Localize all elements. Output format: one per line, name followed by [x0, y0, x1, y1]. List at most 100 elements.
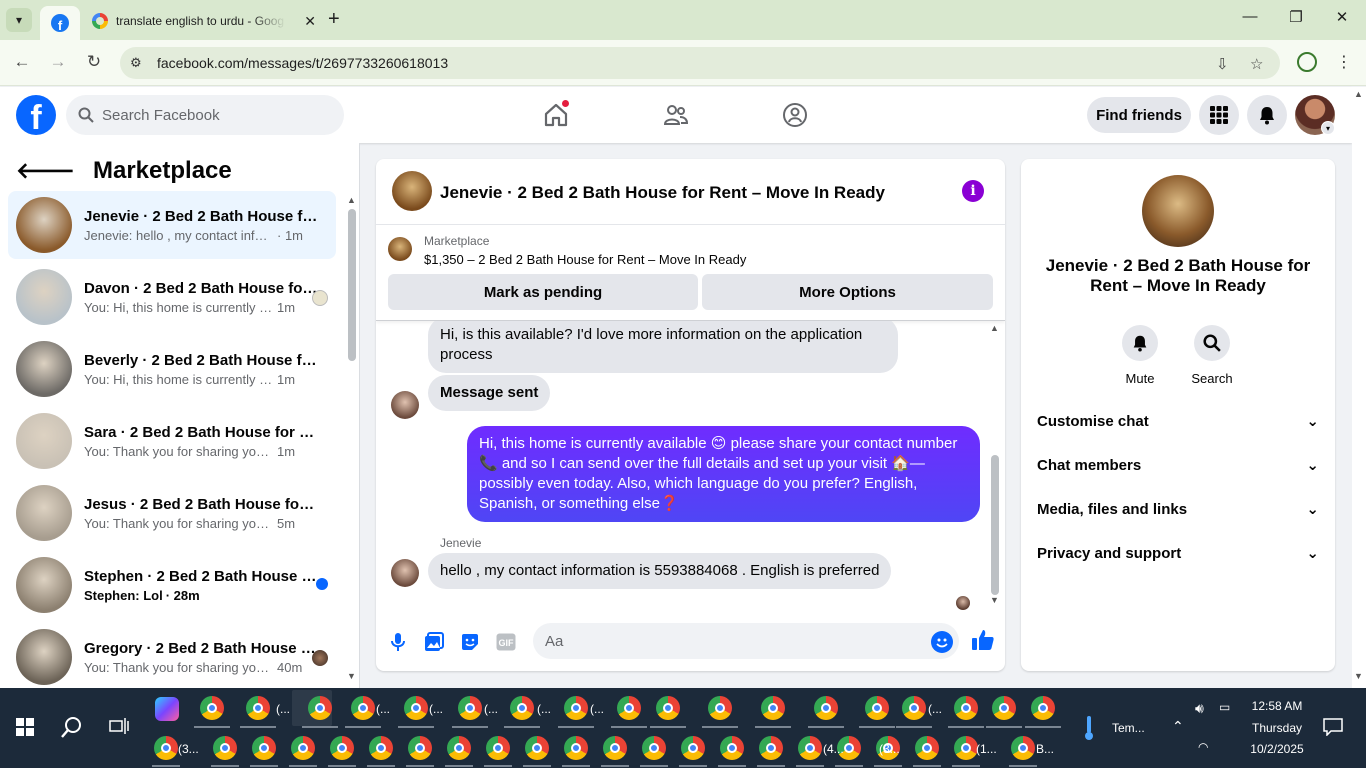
chrome-window-icon[interactable] [369, 736, 393, 760]
bookmark-star-icon[interactable]: ☆ [1250, 55, 1263, 73]
chrome-window-icon[interactable] [525, 736, 549, 760]
notifications-button[interactable] [1247, 95, 1287, 135]
scroll-up-icon[interactable]: ▲ [1354, 89, 1363, 99]
chrome-window-icon[interactable] [915, 736, 939, 760]
search-action[interactable]: Search [1182, 325, 1242, 386]
chrome-window-icon[interactable] [408, 736, 432, 760]
chrome-profile-icon[interactable] [1297, 52, 1317, 72]
omnibox[interactable]: ⚙ facebook.com/messages/t/26977332606180… [120, 47, 1280, 79]
scroll-down-icon[interactable]: ▼ [347, 671, 356, 681]
chat-list-item[interactable]: Davon · 2 Bed 2 Bath House for Rent – Mo… [8, 263, 336, 331]
scroll-up-icon[interactable]: ▲ [347, 195, 356, 205]
chrome-window-icon[interactable] [642, 736, 666, 760]
chrome-window-icon[interactable] [458, 696, 482, 720]
sticker-icon[interactable] [458, 630, 482, 654]
chrome-window-icon[interactable] [510, 696, 534, 720]
chrome-window-icon[interactable] [351, 696, 375, 720]
message-input[interactable] [533, 623, 959, 659]
page-scrollbar[interactable]: ▲ ▼ [1352, 87, 1366, 688]
mute-action[interactable]: Mute [1110, 325, 1170, 386]
chrome-window-icon[interactable] [617, 696, 641, 720]
chrome-window-icon[interactable] [761, 696, 785, 720]
chrome-window-icon[interactable] [291, 736, 315, 760]
message-bubble[interactable]: Hi, is this available? I'd love more inf… [428, 321, 898, 373]
contact-avatar[interactable] [391, 559, 419, 587]
account-chevron-icon[interactable]: ▾ [1321, 121, 1335, 135]
scroll-thumb[interactable] [348, 209, 356, 361]
new-tab-button[interactable]: + [328, 9, 340, 29]
close-window-icon[interactable]: ✕ [1330, 8, 1354, 26]
search-input[interactable] [102, 106, 322, 124]
facebook-logo-icon[interactable]: f [16, 95, 56, 135]
info-icon[interactable]: i [962, 180, 984, 202]
scroll-down-icon[interactable]: ▼ [1354, 671, 1363, 681]
chrome-window-icon[interactable] [486, 736, 510, 760]
chrome-window-icon[interactable] [404, 696, 428, 720]
chat-list-item[interactable]: Jenevie · 2 Bed 2 Bath House for Rent – … [8, 191, 336, 259]
chrome-window-icon[interactable] [759, 736, 783, 760]
nav-home[interactable] [536, 99, 576, 131]
chat-list-item[interactable]: Jesus · 2 Bed 2 Bath House for Rent – Mo… [8, 479, 336, 547]
sent-message-bubble[interactable]: Hi, this home is currently available 😊 p… [467, 426, 980, 522]
tab-search-dropdown[interactable]: ▾ [6, 8, 32, 32]
task-view-icon[interactable] [109, 717, 129, 740]
listing-description[interactable]: $1,350 – 2 Bed 2 Bath House for Rent – M… [424, 252, 746, 267]
taskbar-search-icon[interactable] [60, 715, 84, 744]
contact-avatar[interactable] [391, 391, 419, 419]
chrome-window-icon[interactable] [564, 696, 588, 720]
chrome-menu-icon[interactable]: ⋮ [1336, 52, 1352, 72]
reload-icon[interactable]: ↻ [83, 52, 105, 72]
thumbs-up-icon[interactable] [971, 628, 995, 657]
notifications-center-icon[interactable] [1323, 718, 1343, 741]
media-files-links-row[interactable]: Media, files and links ⌄ [1037, 495, 1319, 523]
chat-list-scrollbar[interactable]: ▲ ▼ [346, 195, 356, 681]
chrome-window-icon[interactable] [902, 696, 926, 720]
battery-icon[interactable]: ▭ [1219, 700, 1230, 714]
volume-icon[interactable]: 🔊︎ [1195, 700, 1204, 717]
customise-chat-row[interactable]: Customise chat ⌄ [1037, 407, 1319, 435]
chrome-window-icon[interactable] [213, 736, 237, 760]
chrome-window-icon[interactable] [447, 736, 471, 760]
chrome-window-icon[interactable] [954, 696, 978, 720]
back-icon[interactable]: ← [11, 52, 33, 72]
weather-text[interactable]: Tem... [1112, 721, 1145, 735]
wifi-icon[interactable]: ◠ [1198, 740, 1208, 754]
gif-icon[interactable]: GIF [494, 630, 518, 654]
photo-icon[interactable] [422, 630, 446, 654]
chrome-window-icon[interactable] [798, 736, 822, 760]
clock-time[interactable]: 12:58 AM [1248, 699, 1306, 713]
chrome-window-icon[interactable] [708, 696, 732, 720]
chrome-window-icon[interactable] [564, 736, 588, 760]
restore-icon[interactable]: ❐ [1284, 8, 1308, 26]
message-bubble[interactable]: hello , my contact information is 559388… [428, 553, 892, 589]
chrome-window-icon[interactable] [154, 736, 178, 760]
menu-button[interactable] [1199, 95, 1239, 135]
back-arrow-icon[interactable]: 🡐 [16, 158, 75, 184]
chat-list-item[interactable]: Gregory · 2 Bed 2 Bath House for Rent – … [8, 623, 336, 688]
nav-groups[interactable] [775, 99, 815, 131]
chrome-window-icon[interactable] [330, 736, 354, 760]
chrome-window-icon[interactable] [681, 736, 705, 760]
chrome-window-icon[interactable] [1011, 736, 1035, 760]
conversation-title[interactable]: Jenevie · 2 Bed 2 Bath House for Rent – … [440, 183, 885, 203]
find-friends-button[interactable]: Find friends [1087, 97, 1191, 133]
facebook-search-box[interactable] [66, 95, 344, 135]
url-text[interactable]: facebook.com/messages/t/2697733260618013 [157, 55, 448, 71]
privacy-support-row[interactable]: Privacy and support ⌄ [1037, 539, 1319, 567]
chat-list-item[interactable]: Beverly · 2 Bed 2 Bath House for Rent – … [8, 335, 336, 403]
more-options-button[interactable]: More Options [702, 274, 993, 310]
chat-list-item[interactable]: Stephen · 2 Bed 2 Bath House for Rent – … [8, 551, 336, 619]
chat-members-row[interactable]: Chat members ⌄ [1037, 451, 1319, 479]
emoji-icon[interactable] [931, 631, 953, 653]
windows-start-icon[interactable] [16, 718, 34, 741]
chrome-window-icon[interactable] [200, 696, 224, 720]
chrome-window-icon[interactable] [252, 736, 276, 760]
clock-date[interactable]: 10/2/2025 [1244, 742, 1310, 756]
chrome-window-icon[interactable] [720, 736, 744, 760]
message-list[interactable]: Hi, is this available? I'd love more inf… [376, 321, 1005, 611]
chrome-window-icon[interactable] [603, 736, 627, 760]
chrome-window-icon[interactable] [308, 696, 332, 720]
listing-thumbnail[interactable] [392, 171, 432, 211]
tab-facebook[interactable]: f [40, 6, 80, 40]
microphone-icon[interactable] [386, 630, 410, 654]
